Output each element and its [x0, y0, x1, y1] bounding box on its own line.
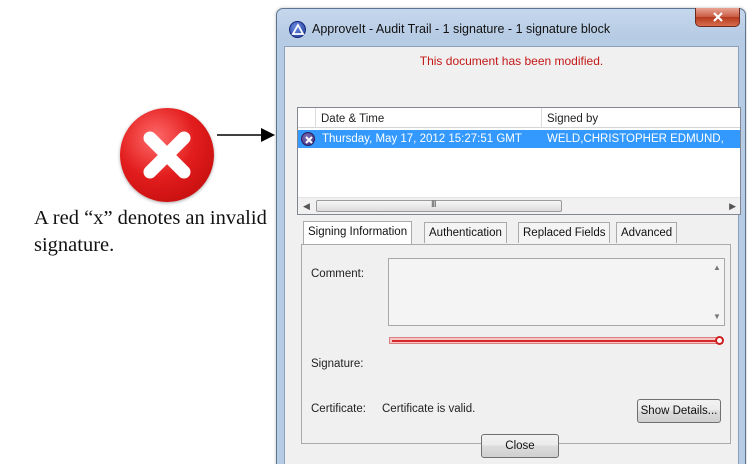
tab-authentication[interactable]: Authentication: [424, 222, 507, 243]
signature-row[interactable]: Thursday, May 17, 2012 15:27:51 GMT WELD…: [298, 130, 740, 148]
close-icon: [713, 12, 723, 22]
title-bar[interactable]: ApproveIt - Audit Trail - 1 signature - …: [277, 8, 745, 45]
scroll-left-icon[interactable]: ◀: [303, 201, 310, 212]
signed-by-column-header[interactable]: Signed by: [542, 108, 742, 128]
scroll-down-icon[interactable]: ▼: [713, 312, 721, 321]
tab-advanced[interactable]: Advanced: [616, 222, 678, 243]
date-time-column-header[interactable]: Date & Time: [316, 108, 542, 128]
scroll-grip: III: [431, 199, 436, 209]
scroll-up-icon[interactable]: ▲: [713, 263, 721, 272]
window-close-button[interactable]: [695, 8, 740, 27]
scrollbar-thumb[interactable]: III: [316, 199, 562, 212]
signature-strike-line: [392, 340, 716, 342]
signature-label: Signature:: [311, 358, 364, 370]
comment-field[interactable]: ▲ ▼: [388, 258, 725, 326]
signature-list[interactable]: Date & Time Signed by Thursday, May 17, …: [297, 107, 741, 215]
annotation-caption: A red “x” denotes an invalid signature.: [34, 207, 267, 256]
certificate-label: Certificate:: [311, 403, 366, 415]
window-title: ApproveIt - Audit Trail - 1 signature - …: [312, 22, 611, 36]
show-details-button[interactable]: Show Details...: [637, 399, 721, 423]
list-header: Date & Time Signed by: [298, 108, 740, 128]
approveit-app-icon: [289, 21, 306, 38]
scroll-right-icon[interactable]: ▶: [729, 201, 736, 212]
audit-trail-dialog: ApproveIt - Audit Trail - 1 signature - …: [276, 8, 746, 464]
tab-replaced-fields[interactable]: Replaced Fields: [518, 222, 611, 243]
certificate-status: Certificate is valid.: [382, 403, 476, 415]
tab-signing-information[interactable]: Signing Information: [303, 221, 413, 244]
invalid-signature-icon: [120, 108, 214, 202]
dialog-client-area: This document has been modified. Date & …: [284, 46, 741, 464]
invalid-signature-icon: [301, 132, 315, 146]
signature-signed-by: WELD,CHRISTOPHER EDMUND,: [547, 133, 724, 145]
horizontal-scrollbar[interactable]: ◀ III ▶: [298, 197, 740, 214]
signature-image: [389, 336, 724, 345]
comment-label: Comment:: [311, 268, 365, 280]
modified-warning: This document has been modified.: [419, 54, 604, 68]
status-column-header[interactable]: [298, 108, 316, 128]
signature-end-marker: [715, 336, 724, 345]
close-button[interactable]: Close: [481, 434, 559, 458]
comment-scrollbar[interactable]: ▲ ▼: [708, 259, 724, 325]
signature-date-time: Thursday, May 17, 2012 15:27:51 GMT: [322, 133, 522, 145]
arrow-icon: [217, 128, 275, 142]
